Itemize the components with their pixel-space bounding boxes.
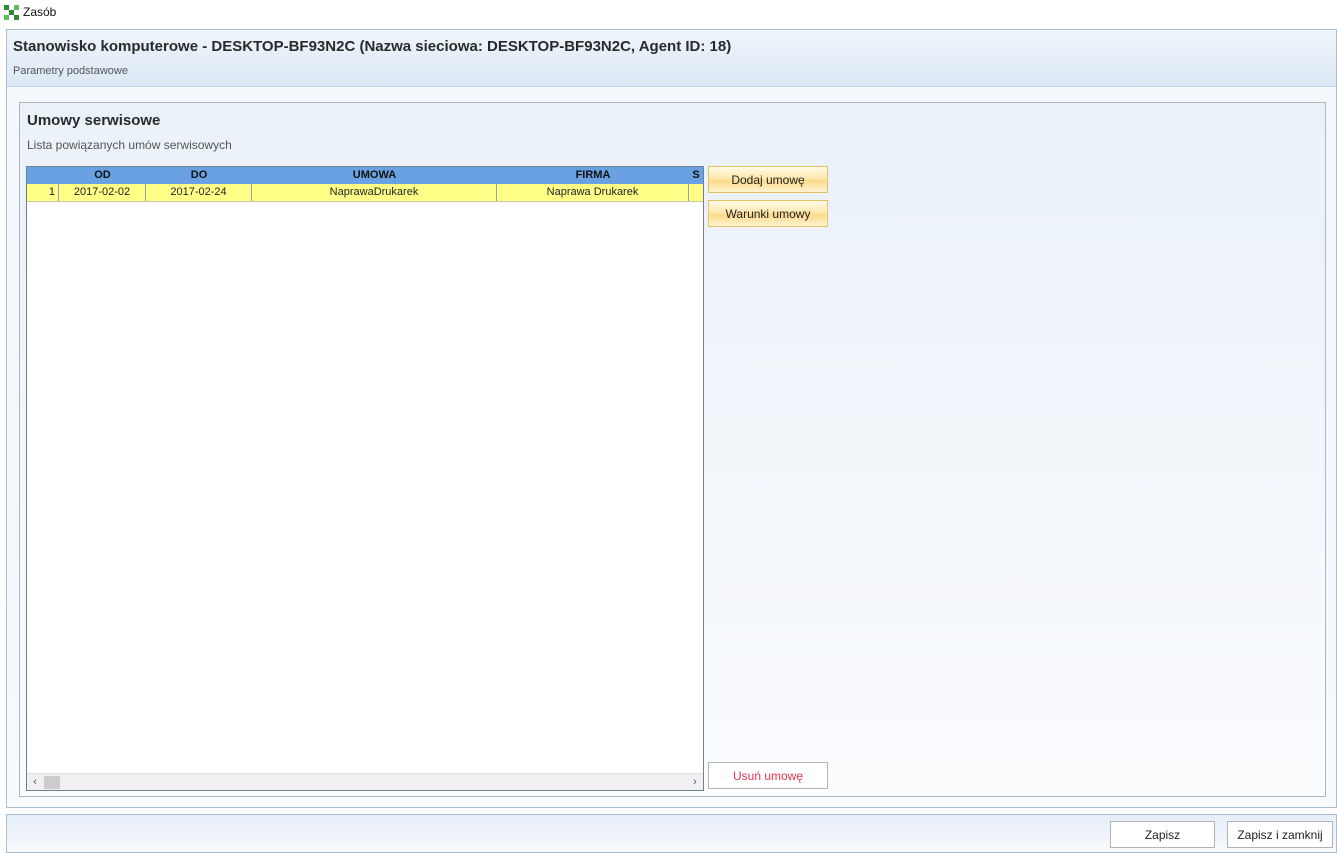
cell-umowa: NaprawaDrukarek xyxy=(252,184,497,201)
title-bar: Zasób xyxy=(0,0,1338,26)
save-button[interactable]: Zapisz xyxy=(1110,821,1215,848)
column-header-umowa[interactable]: UMOWA xyxy=(252,167,497,184)
table-row[interactable]: 1 2017-02-02 2017-02-24 NaprawaDrukarek … xyxy=(27,184,703,202)
row-number: 1 xyxy=(27,184,59,201)
contracts-panel: Umowy serwisowe Lista powiązanych umów s… xyxy=(19,102,1326,797)
page-title: Stanowisko komputerowe - DESKTOP-BF93N2C… xyxy=(13,38,732,55)
contracts-grid[interactable]: OD DO UMOWA FIRMA S 1 2017-02-02 2017-02… xyxy=(26,166,704,791)
horizontal-scrollbar[interactable]: ‹ › xyxy=(27,773,703,790)
scroll-left-icon[interactable]: ‹ xyxy=(27,775,43,789)
cell-s xyxy=(689,184,703,201)
column-header-number[interactable] xyxy=(27,167,59,184)
app-checker-icon xyxy=(4,5,19,20)
remove-contract-button[interactable]: Usuń umowę xyxy=(708,762,828,789)
add-contract-button[interactable]: Dodaj umowę xyxy=(708,166,828,193)
scroll-right-icon[interactable]: › xyxy=(687,775,703,789)
grid-header: OD DO UMOWA FIRMA S xyxy=(27,167,703,184)
header: Stanowisko komputerowe - DESKTOP-BF93N2C… xyxy=(7,30,1336,87)
column-header-do[interactable]: DO xyxy=(146,167,252,184)
section-subtitle: Lista powiązanych umów serwisowych xyxy=(27,138,232,152)
contract-terms-button[interactable]: Warunki umowy xyxy=(708,200,828,227)
column-header-s[interactable]: S xyxy=(689,167,703,184)
page-subtitle: Parametry podstawowe xyxy=(13,65,128,77)
footer-bar: Zapisz Zapisz i zamknij xyxy=(6,814,1337,853)
cell-firma: Naprawa Drukarek xyxy=(497,184,689,201)
cell-od: 2017-02-02 xyxy=(59,184,146,201)
scrollbar-thumb[interactable] xyxy=(44,776,60,789)
column-header-od[interactable]: OD xyxy=(59,167,146,184)
section-title: Umowy serwisowe xyxy=(27,112,161,129)
column-header-firma[interactable]: FIRMA xyxy=(497,167,689,184)
cell-do: 2017-02-24 xyxy=(146,184,252,201)
main-frame: Stanowisko komputerowe - DESKTOP-BF93N2C… xyxy=(6,29,1337,808)
window-title: Zasób xyxy=(23,5,57,19)
save-and-close-button[interactable]: Zapisz i zamknij xyxy=(1227,821,1333,848)
